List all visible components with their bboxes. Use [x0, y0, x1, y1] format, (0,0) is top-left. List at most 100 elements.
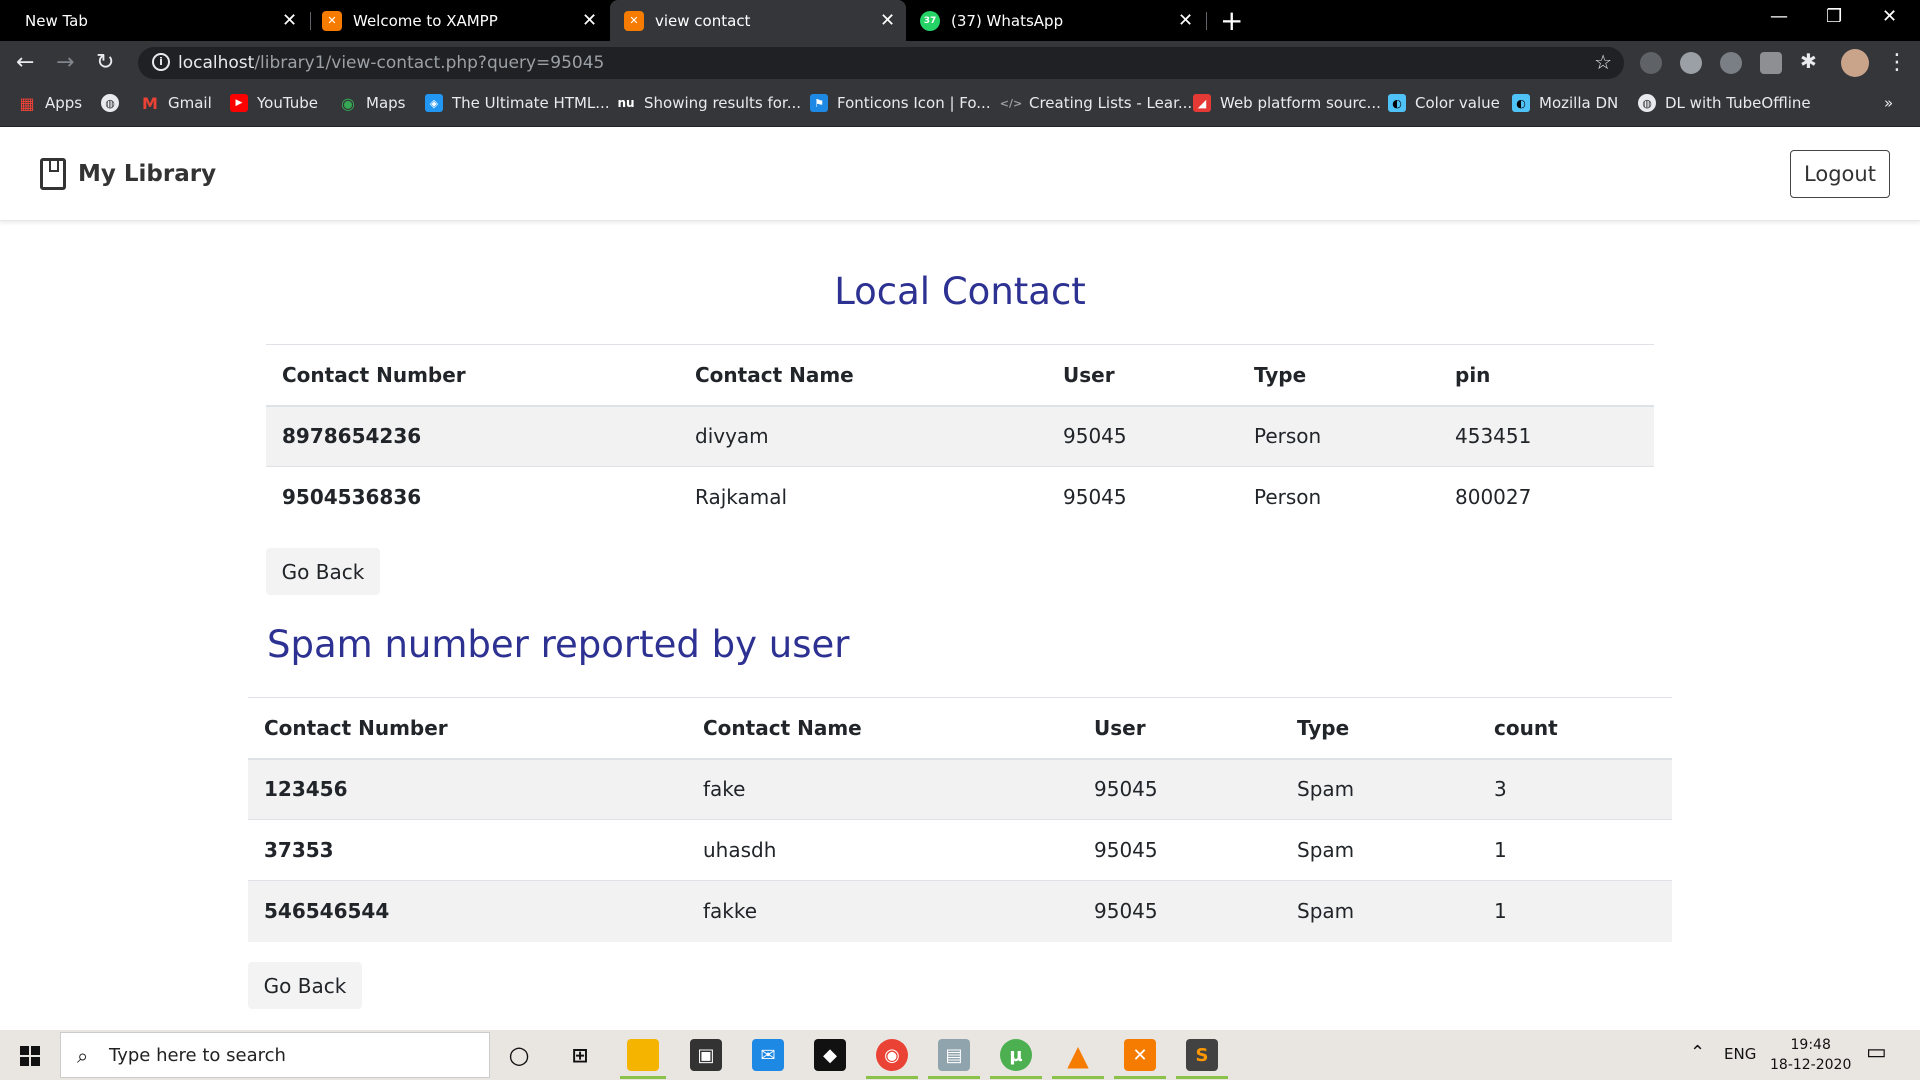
go-back-button[interactable]: Go Back: [248, 962, 362, 1009]
bookmark-globe[interactable]: ◍: [101, 94, 128, 112]
bookmark-maps[interactable]: ◉ Maps: [339, 94, 406, 113]
bookmark-mozilla[interactable]: ◐ Mozilla DN: [1512, 94, 1618, 112]
browser-tab-strip: New Tab ✕ ✕ Welcome to XAMPP ✕ ✕ view co…: [0, 0, 1920, 41]
bookmark-html[interactable]: ◈ The Ultimate HTML...: [425, 94, 610, 112]
code-icon: </>: [999, 96, 1023, 110]
bookmark-label: Maps: [366, 94, 406, 112]
type-cell: Person: [1238, 405, 1439, 467]
extension-icon[interactable]: [1640, 52, 1662, 74]
contact-name-cell: fakke: [687, 880, 1078, 942]
game-app-icon[interactable]: ◆: [814, 1039, 846, 1071]
go-back-button[interactable]: Go Back: [266, 548, 380, 595]
url-path: /library1/view-contact.php?query=95045: [254, 53, 605, 73]
taskbar-search-box[interactable]: ⌕ Type here to search: [60, 1032, 490, 1078]
extension-icon[interactable]: [1760, 52, 1782, 74]
windows-start-icon[interactable]: [20, 1046, 40, 1066]
logout-button[interactable]: Logout: [1790, 150, 1890, 198]
local-contact-heading: Local Contact: [834, 270, 1086, 313]
tab-xampp[interactable]: ✕ Welcome to XAMPP ✕: [322, 0, 606, 41]
table-row: 546546544 fakke 95045 Spam 1: [248, 880, 1672, 942]
language-indicator[interactable]: ENG: [1724, 1045, 1756, 1063]
reload-icon[interactable]: ↻: [96, 50, 114, 75]
tab-title: New Tab: [25, 11, 88, 30]
xampp-icon[interactable]: ✕: [1124, 1039, 1156, 1071]
column-header: Type: [1238, 344, 1439, 407]
bookmark-label: Fonticons Icon | Fo...: [837, 94, 991, 112]
download-extension-icon[interactable]: [1720, 52, 1742, 74]
minimize-icon[interactable]: —: [1770, 6, 1788, 27]
mail-icon[interactable]: ✉: [752, 1039, 784, 1071]
contact-number-cell: 8978654236: [266, 405, 679, 467]
bookmark-search-results[interactable]: nu Showing results for...: [617, 94, 801, 112]
column-header: Contact Name: [687, 697, 1078, 760]
url-text[interactable]: localhost/library1/view-contact.php?quer…: [178, 53, 604, 73]
bookmark-web-platform[interactable]: ◢ Web platform sourc...: [1193, 94, 1381, 112]
photos-icon[interactable]: ▤: [938, 1039, 970, 1071]
system-clock[interactable]: 19:48 18-12-2020: [1770, 1035, 1851, 1075]
gmail-icon: M: [142, 93, 158, 113]
profile-avatar[interactable]: [1841, 49, 1869, 77]
search-icon: ⌕: [77, 1044, 89, 1068]
tab-title: Welcome to XAMPP: [353, 11, 498, 30]
bookmark-tubeoffline[interactable]: ◍ DL with TubeOffline: [1638, 94, 1811, 112]
bookmark-gmail[interactable]: M Gmail: [141, 93, 212, 113]
bookmark-lists[interactable]: </> Creating Lists - Lear...: [999, 94, 1192, 112]
extension-icon[interactable]: [1680, 52, 1702, 74]
bookmark-apps[interactable]: ▦ Apps: [18, 94, 83, 113]
clock-time: 19:48: [1790, 1037, 1831, 1053]
youtube-icon: ▶: [230, 94, 248, 112]
flag-icon: ⚑: [810, 94, 828, 112]
cortana-circle-icon[interactable]: ○: [503, 1039, 535, 1071]
bookmark-label: Apps: [45, 94, 83, 112]
tab-close-icon[interactable]: ✕: [582, 10, 597, 31]
file-explorer-icon[interactable]: [627, 1039, 659, 1071]
puzzle-icon[interactable]: ✱: [1800, 49, 1822, 73]
table-row: 9504536836 Rajkamal 95045 Person 800027: [266, 466, 1654, 528]
xampp-icon: ✕: [624, 10, 644, 31]
more-bookmarks-icon[interactable]: »: [1884, 94, 1893, 112]
brand-link[interactable]: My Library: [40, 158, 216, 190]
nu-site-icon: nu: [617, 96, 635, 110]
tab-close-icon[interactable]: ✕: [1178, 10, 1193, 31]
bookmark-youtube[interactable]: ▶ YouTube: [230, 94, 318, 112]
site-info-icon[interactable]: i: [152, 53, 170, 71]
vlc-cone-icon[interactable]: ▲: [1062, 1039, 1094, 1072]
bookmark-fonticons[interactable]: ⚑ Fonticons Icon | Fo...: [810, 94, 991, 112]
table-row: 37353 uhasdh 95045 Spam 1: [248, 819, 1672, 881]
address-bar[interactable]: i localhost/library1/view-contact.php?qu…: [138, 47, 1624, 79]
tab-close-icon[interactable]: ✕: [282, 10, 297, 31]
bookmark-star-icon[interactable]: ☆: [1594, 50, 1612, 74]
menu-kebab-icon[interactable]: ⋮: [1886, 50, 1908, 75]
contact-name-cell: Rajkamal: [679, 466, 1047, 528]
notification-icon[interactable]: ▭: [1866, 1040, 1887, 1065]
task-view-icon[interactable]: ⊞: [564, 1039, 596, 1071]
local-contact-table: Contact Number Contact Name User Type pi…: [266, 344, 1654, 528]
new-tab-plus-icon[interactable]: +: [1220, 4, 1243, 37]
table-row: 123456 fake 95045 Spam 3: [248, 758, 1672, 820]
forward-arrow-icon[interactable]: →: [56, 50, 74, 75]
tab-new-tab[interactable]: New Tab ✕: [14, 0, 304, 41]
utorrent-icon[interactable]: µ: [1000, 1039, 1032, 1071]
table-row: 8978654236 divyam 95045 Person 453451: [266, 405, 1654, 467]
contact-number-cell: 546546544: [248, 880, 687, 942]
window-close-icon[interactable]: ✕: [1882, 6, 1897, 27]
tab-whatsapp[interactable]: 37 (37) WhatsApp ✕: [920, 0, 1202, 41]
type-cell: Spam: [1281, 819, 1478, 881]
bookmark-label: The Ultimate HTML...: [452, 94, 610, 112]
table-header-row: Contact Number Contact Name User Type co…: [248, 697, 1672, 760]
running-indicator: [1176, 1076, 1228, 1079]
tab-close-icon[interactable]: ✕: [880, 10, 895, 31]
bookmark-label: DL with TubeOffline: [1665, 94, 1811, 112]
site-navbar: My Library Logout: [0, 128, 1920, 221]
chevron-up-icon[interactable]: ⌃: [1690, 1042, 1705, 1063]
bookmark-label: Mozilla DN: [1539, 94, 1619, 112]
chrome-icon[interactable]: ◉: [876, 1039, 908, 1071]
tab-view-contact[interactable]: ✕ view contact ✕: [610, 0, 906, 41]
store-bag-icon[interactable]: ▣: [690, 1039, 722, 1071]
sublime-text-icon[interactable]: S: [1186, 1039, 1218, 1071]
back-arrow-icon[interactable]: ←: [16, 50, 34, 75]
restore-icon[interactable]: ❐: [1826, 6, 1842, 27]
bookmark-color-value[interactable]: ◐ Color value: [1388, 94, 1500, 112]
user-cell: 95045: [1047, 405, 1238, 467]
type-cell: Spam: [1281, 758, 1478, 820]
